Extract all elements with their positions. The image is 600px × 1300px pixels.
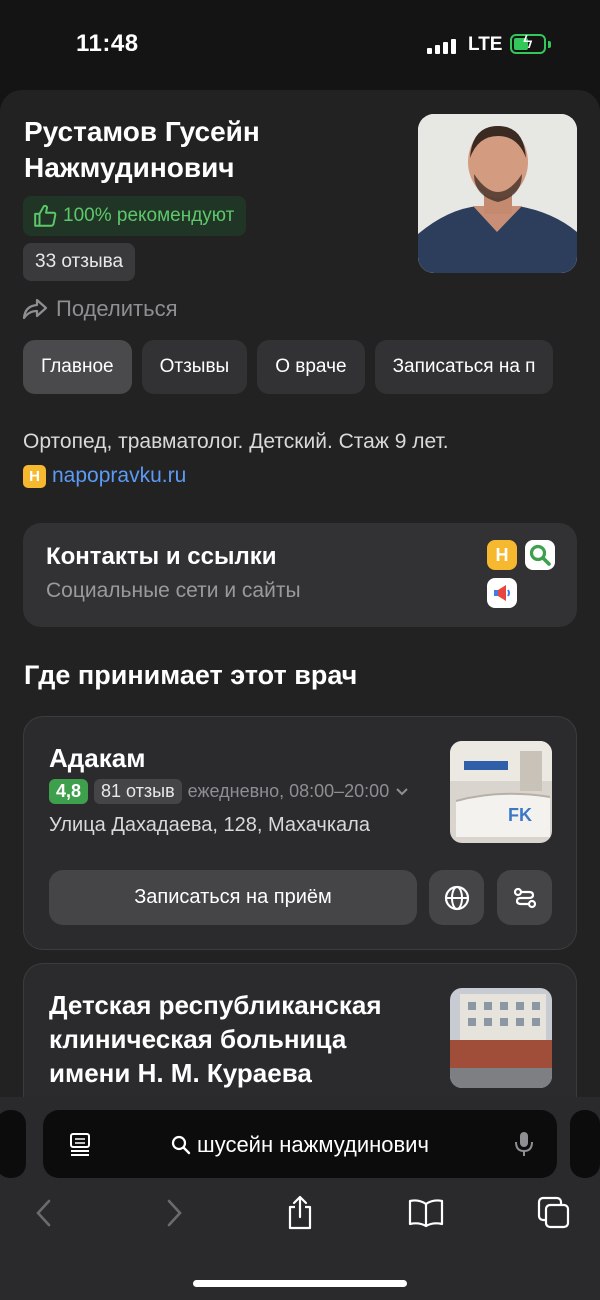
share-icon xyxy=(288,1195,312,1230)
clinic-rating: 4,8 xyxy=(49,779,89,804)
tab-about[interactable]: О враче xyxy=(257,340,365,394)
doctor-specialty: Ортопед, травматолог. Детский. Стаж 9 ле… xyxy=(23,430,449,453)
share-label: Поделиться xyxy=(56,296,178,321)
source-link[interactable]: Н napopravku.ru xyxy=(23,464,186,488)
reviews-count-badge[interactable]: 33 отзыва xyxy=(23,243,136,281)
contacts-card[interactable]: Контакты и ссылки Социальные сети и сайт… xyxy=(23,523,577,627)
status-bar: 11:48 LTE ϟ xyxy=(0,0,600,90)
clinic-name[interactable]: Адакам xyxy=(49,743,145,774)
thumbs-up-icon xyxy=(34,204,57,227)
doctor-photo[interactable] xyxy=(418,114,577,273)
clinic-reviews[interactable]: 81 отзыв xyxy=(94,779,182,804)
napopravku-icon: Н xyxy=(487,540,517,570)
share-page-button[interactable] xyxy=(280,1193,320,1233)
route-icon xyxy=(513,887,536,908)
tab-book[interactable]: Записаться на п xyxy=(374,340,554,394)
clinic-meta: 4,8 81 отзыв ежедневно, 08:00–20:00 xyxy=(49,779,409,804)
tab-reviews[interactable]: Отзывы xyxy=(141,340,248,394)
route-button[interactable] xyxy=(497,870,552,925)
back-button[interactable] xyxy=(24,1193,64,1233)
status-time: 11:48 xyxy=(76,30,139,57)
where-section-title: Где принимает этот врач xyxy=(24,660,358,690)
browser-nav-bar xyxy=(0,1193,600,1241)
napopravku-icon: Н xyxy=(23,464,46,488)
chevron-right-icon xyxy=(167,1199,182,1227)
megaphone-icon xyxy=(487,578,517,608)
clinic-photo xyxy=(450,988,552,1088)
clinic-card[interactable]: Адакам 4,8 81 отзыв ежедневно, 08:00–20:… xyxy=(23,716,577,950)
address-bar[interactable]: шусейн нажмудинович xyxy=(43,1110,557,1178)
prodoctorov-search-icon xyxy=(525,540,555,570)
chevron-left-icon xyxy=(36,1199,51,1227)
chevron-down-icon[interactable] xyxy=(395,787,409,797)
forward-button[interactable] xyxy=(154,1193,194,1233)
book-icon xyxy=(408,1199,444,1228)
search-query-text[interactable]: шусейн нажмудинович xyxy=(197,1132,429,1158)
tabs-button[interactable] xyxy=(534,1193,574,1233)
contacts-title: Контакты и ссылки xyxy=(46,543,277,570)
next-tab-peek[interactable] xyxy=(570,1110,600,1178)
home-indicator xyxy=(193,1280,407,1287)
battery-cap xyxy=(548,41,551,48)
share-arrow-icon xyxy=(22,298,48,320)
share-button[interactable]: Поделиться xyxy=(22,296,177,322)
tab-main[interactable]: Главное xyxy=(23,340,132,394)
search-icon xyxy=(171,1135,191,1155)
network-type: LTE xyxy=(468,34,503,55)
battery-charging-icon: ϟ xyxy=(510,33,546,54)
contacts-subtitle: Социальные сети и сайты xyxy=(46,579,301,602)
book-appointment-button[interactable]: Записаться на приём xyxy=(49,870,417,925)
clinic-address: Улица Дахадаева, 128, Махачкала xyxy=(49,814,370,836)
clinic-name[interactable]: Детская республиканская клиническая боль… xyxy=(49,988,429,1090)
bookmarks-button[interactable] xyxy=(406,1193,446,1233)
globe-icon xyxy=(444,885,469,910)
clinic-hours[interactable]: ежедневно, 08:00–20:00 xyxy=(188,781,390,802)
microphone-icon[interactable] xyxy=(513,1130,535,1158)
search-query[interactable]: шусейн нажмудинович xyxy=(43,1132,557,1158)
clinic-card[interactable]: Детская республиканская клиническая боль… xyxy=(23,963,577,1100)
tabs-icon xyxy=(537,1196,570,1229)
recommend-text: 100% рекомендуют xyxy=(63,205,235,226)
doctor-page: Рустамов Гусейн Нажмудинович 100% рекоме… xyxy=(0,90,600,1100)
source-link-text[interactable]: napopravku.ru xyxy=(52,464,186,488)
signal-icon xyxy=(427,38,456,54)
previous-tab-peek[interactable] xyxy=(0,1110,26,1178)
doctor-name: Рустамов Гусейн Нажмудинович xyxy=(24,116,260,183)
tabs-bar: Главное Отзывы О враче Записаться на п xyxy=(23,340,554,394)
browser-toolbar: шусейн нажмудинович xyxy=(0,1097,600,1300)
recommend-badge: 100% рекомендуют xyxy=(23,196,247,236)
website-button[interactable] xyxy=(429,870,484,925)
clinic-photo: FK xyxy=(450,741,552,843)
svg-text:FK: FK xyxy=(508,805,532,825)
